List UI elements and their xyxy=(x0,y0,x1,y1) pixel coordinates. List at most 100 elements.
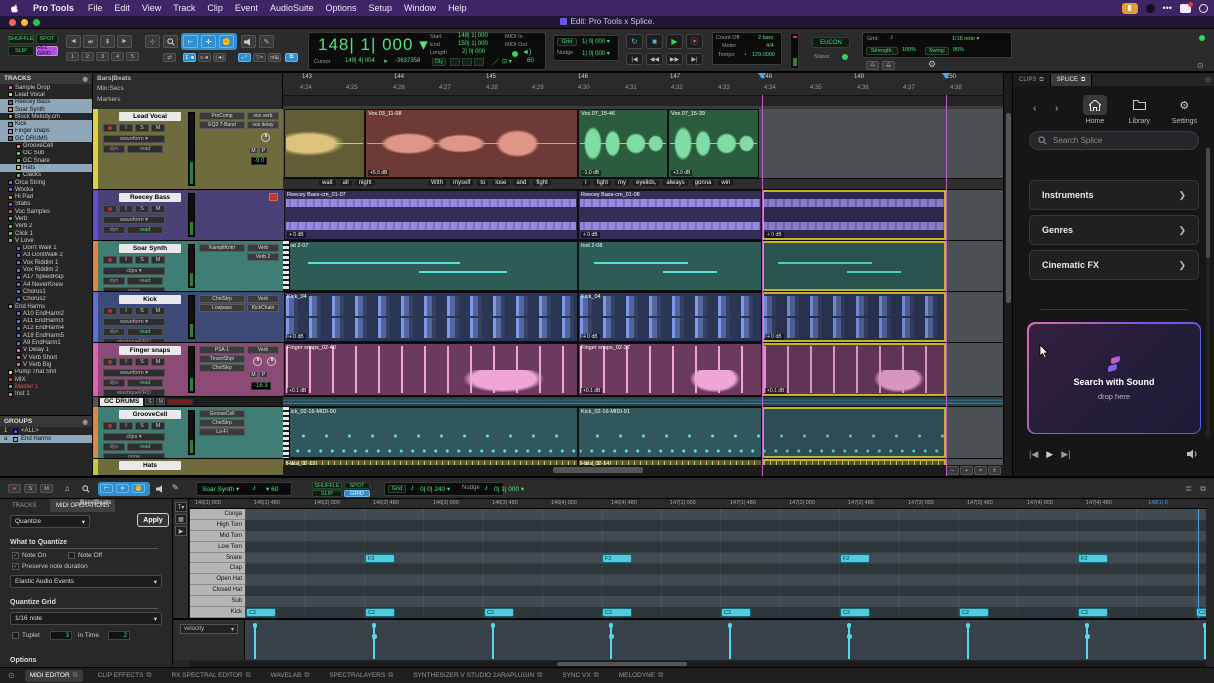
tab-tracks[interactable]: TRACKS xyxy=(6,499,42,512)
panel-target-icon[interactable]: ⊙ xyxy=(1205,76,1211,84)
lyric-chip[interactable]: fight xyxy=(533,180,550,186)
lane-reecey-bass[interactable]: Reecey Bass-cm_01-07+ 0 dB Reecey Bass-c… xyxy=(283,190,1005,241)
input-monitor-button[interactable]: I xyxy=(119,256,133,264)
group-name[interactable]: GC DRUMS xyxy=(100,398,143,406)
track-name[interactable]: Finger snaps xyxy=(119,346,181,355)
apple-icon[interactable] xyxy=(10,3,19,14)
solo-button[interactable]: S xyxy=(135,422,149,430)
zoom-vertical-button[interactable]: ⇞ xyxy=(100,35,115,48)
lyric-chip[interactable]: fight xyxy=(594,180,611,186)
swing-badge[interactable]: Swing: xyxy=(925,47,949,55)
send-slot[interactable]: Verb xyxy=(247,295,279,303)
lyric-chip[interactable]: and xyxy=(513,180,529,186)
counter-options-icon[interactable]: ⊡ ▾ xyxy=(502,58,512,65)
pane-menu-icon[interactable]: ⧉ xyxy=(1200,484,1206,494)
track-list-item[interactable]: Reecey Bass xyxy=(0,99,92,106)
drum-row-label[interactable]: Closed Hat xyxy=(190,585,245,596)
track-list-item[interactable]: A9 EndHarm1 xyxy=(0,339,92,346)
lyric-chip[interactable]: all xyxy=(340,180,352,186)
drum-row-label[interactable]: Kick xyxy=(190,607,245,618)
drum-row-label[interactable]: Mid Tom xyxy=(190,531,245,542)
track-list-item[interactable]: MIX xyxy=(0,376,92,383)
category-instruments[interactable]: Instruments❯ xyxy=(1029,180,1199,210)
record-enable-button[interactable] xyxy=(103,124,117,132)
track-list-item[interactable]: GC DRUMS xyxy=(0,135,92,142)
audio-zoom-out-button[interactable]: − xyxy=(946,466,959,475)
bottom-gear-icon[interactable]: ⊙ xyxy=(8,671,15,680)
mute-button[interactable]: M xyxy=(151,358,165,366)
editor-tab[interactable]: MELODYNE⧉ xyxy=(614,670,668,682)
track-list-item[interactable]: A11 EndHarm3 xyxy=(0,318,92,325)
grid-value[interactable]: 1| 0| 000 ▾ xyxy=(582,38,610,45)
midi-note[interactable]: C2 xyxy=(246,608,276,617)
operation-select[interactable]: Quantize▾ xyxy=(10,515,90,528)
tab-splice[interactable]: SPLICE⧉ xyxy=(1051,74,1093,86)
mode-shuffle-button[interactable]: SHUFFLE xyxy=(8,34,34,44)
midi-ruler[interactable]: Bars|Beats 146|1| 000146|1| 480146|2| 00… xyxy=(190,499,1206,509)
notation-view-icon[interactable]: ≣ xyxy=(1185,484,1192,493)
audio-zoom-in-button[interactable]: + xyxy=(960,466,973,475)
track-list-item[interactable]: Pump That Shit xyxy=(0,369,92,376)
audio-clip[interactable]: Kick_04+ 0 dB xyxy=(284,292,578,342)
editor-tab[interactable]: SPECTRALAYERS⧉ xyxy=(324,670,398,682)
velocity-stem[interactable] xyxy=(610,625,612,659)
ruler-label-minsecs[interactable]: Min:Secs xyxy=(97,85,124,92)
audio-clip[interactable]: Vox.03_11-08+5.5 dB xyxy=(365,109,578,178)
track-header-groovecell[interactable]: GrooveCell ISM clips ▾ dynread none Groo… xyxy=(93,407,283,459)
send-slot[interactable]: KickChain xyxy=(247,304,279,312)
velocity-dot[interactable] xyxy=(847,634,852,639)
group-solo-button[interactable]: S xyxy=(145,398,154,405)
track-header-reecey-bass[interactable]: Reecey Bass ISM waveform ▾ dynread xyxy=(93,190,283,241)
insert-slot[interactable]: PSA-1 xyxy=(199,346,245,354)
track-list-item[interactable]: Click 1 xyxy=(0,230,92,237)
dyn-button[interactable]: dyn xyxy=(103,328,125,336)
menu-item[interactable]: Edit xyxy=(114,3,130,13)
editor-tab[interactable]: RX SPECTRAL EDITOR⧉ xyxy=(166,670,255,682)
midi-note[interactable]: C2 xyxy=(721,608,751,617)
midi-note[interactable]: C2 xyxy=(484,608,514,617)
midi-note[interactable]: F2 xyxy=(602,554,632,563)
track-name[interactable]: Reecey Bass xyxy=(119,193,181,202)
send-mute-button[interactable]: M xyxy=(249,147,258,154)
track-view-selector[interactable]: clips ▾ xyxy=(103,267,165,275)
note-off-checkbox[interactable]: Note Off xyxy=(68,552,102,559)
next-button[interactable]: ▶| xyxy=(1061,449,1070,460)
lane-finger-snaps[interactable]: Finger snaps_02-40+0.1 dB Finger snaps_0… xyxy=(283,343,1005,397)
group-list-item[interactable]: 1 <ALL> xyxy=(0,427,92,435)
insert-slot[interactable]: TrnsntShpr xyxy=(199,355,245,363)
pan-knob[interactable] xyxy=(253,357,262,366)
send-pre-button[interactable]: P xyxy=(259,147,268,154)
mirrored-edit-toggle[interactable]: ≡◄ xyxy=(198,53,211,62)
metronome-follow-icon[interactable]: ⧋ xyxy=(882,61,895,70)
velocity-stem[interactable] xyxy=(848,625,850,659)
track-name[interactable]: Soar Synth xyxy=(119,244,181,253)
drum-row-label[interactable]: Snare xyxy=(190,553,245,564)
track-list-item[interactable]: V Delay 1 xyxy=(0,347,92,354)
mute-button[interactable]: M xyxy=(40,484,53,493)
send-mute-button[interactable]: M xyxy=(249,371,258,378)
track-header-soar-synth[interactable]: Soar Synth ISM clips ▾ dynread none Kamp… xyxy=(93,241,283,292)
solo-button[interactable]: S xyxy=(135,205,149,213)
audio-clip[interactable]: Vox.07_15-39+3.0 dB xyxy=(668,109,759,178)
tempo-value[interactable]: 129.0000 xyxy=(752,52,775,58)
play-button[interactable]: ▶ xyxy=(666,34,683,49)
track-view-selector[interactable]: waveform ▾ xyxy=(103,135,165,143)
track-list-item[interactable]: Orca String xyxy=(0,179,92,186)
track-list-item[interactable]: End Harms xyxy=(0,303,92,310)
horizontal-scrollbar[interactable]: − + = ± xyxy=(283,465,1005,476)
mode-slip-mini[interactable]: SLIP xyxy=(312,490,342,497)
zoom-preset-button[interactable]: 2 xyxy=(81,52,94,61)
midi-zoom-in-button[interactable]: ± xyxy=(988,466,1001,475)
send-pre-button[interactable]: P xyxy=(259,371,268,378)
lyric-chip[interactable]: eyelids, xyxy=(633,180,659,186)
track-list-item[interactable]: Stabs xyxy=(0,201,92,208)
record-enable-button[interactable] xyxy=(103,307,117,315)
selector-tool[interactable]: ✛ xyxy=(201,35,216,48)
pencil-tool[interactable]: ✎ xyxy=(172,483,179,492)
splice-scrollbar[interactable] xyxy=(1206,148,1210,438)
tuplet-d-field[interactable]: 2 xyxy=(108,631,130,640)
track-name[interactable]: Hats xyxy=(119,461,181,470)
zoom-tool-icon[interactable] xyxy=(82,485,90,493)
solo-button[interactable]: S xyxy=(135,124,149,132)
track-list-item[interactable]: Vox Riddim 1 xyxy=(0,259,92,266)
